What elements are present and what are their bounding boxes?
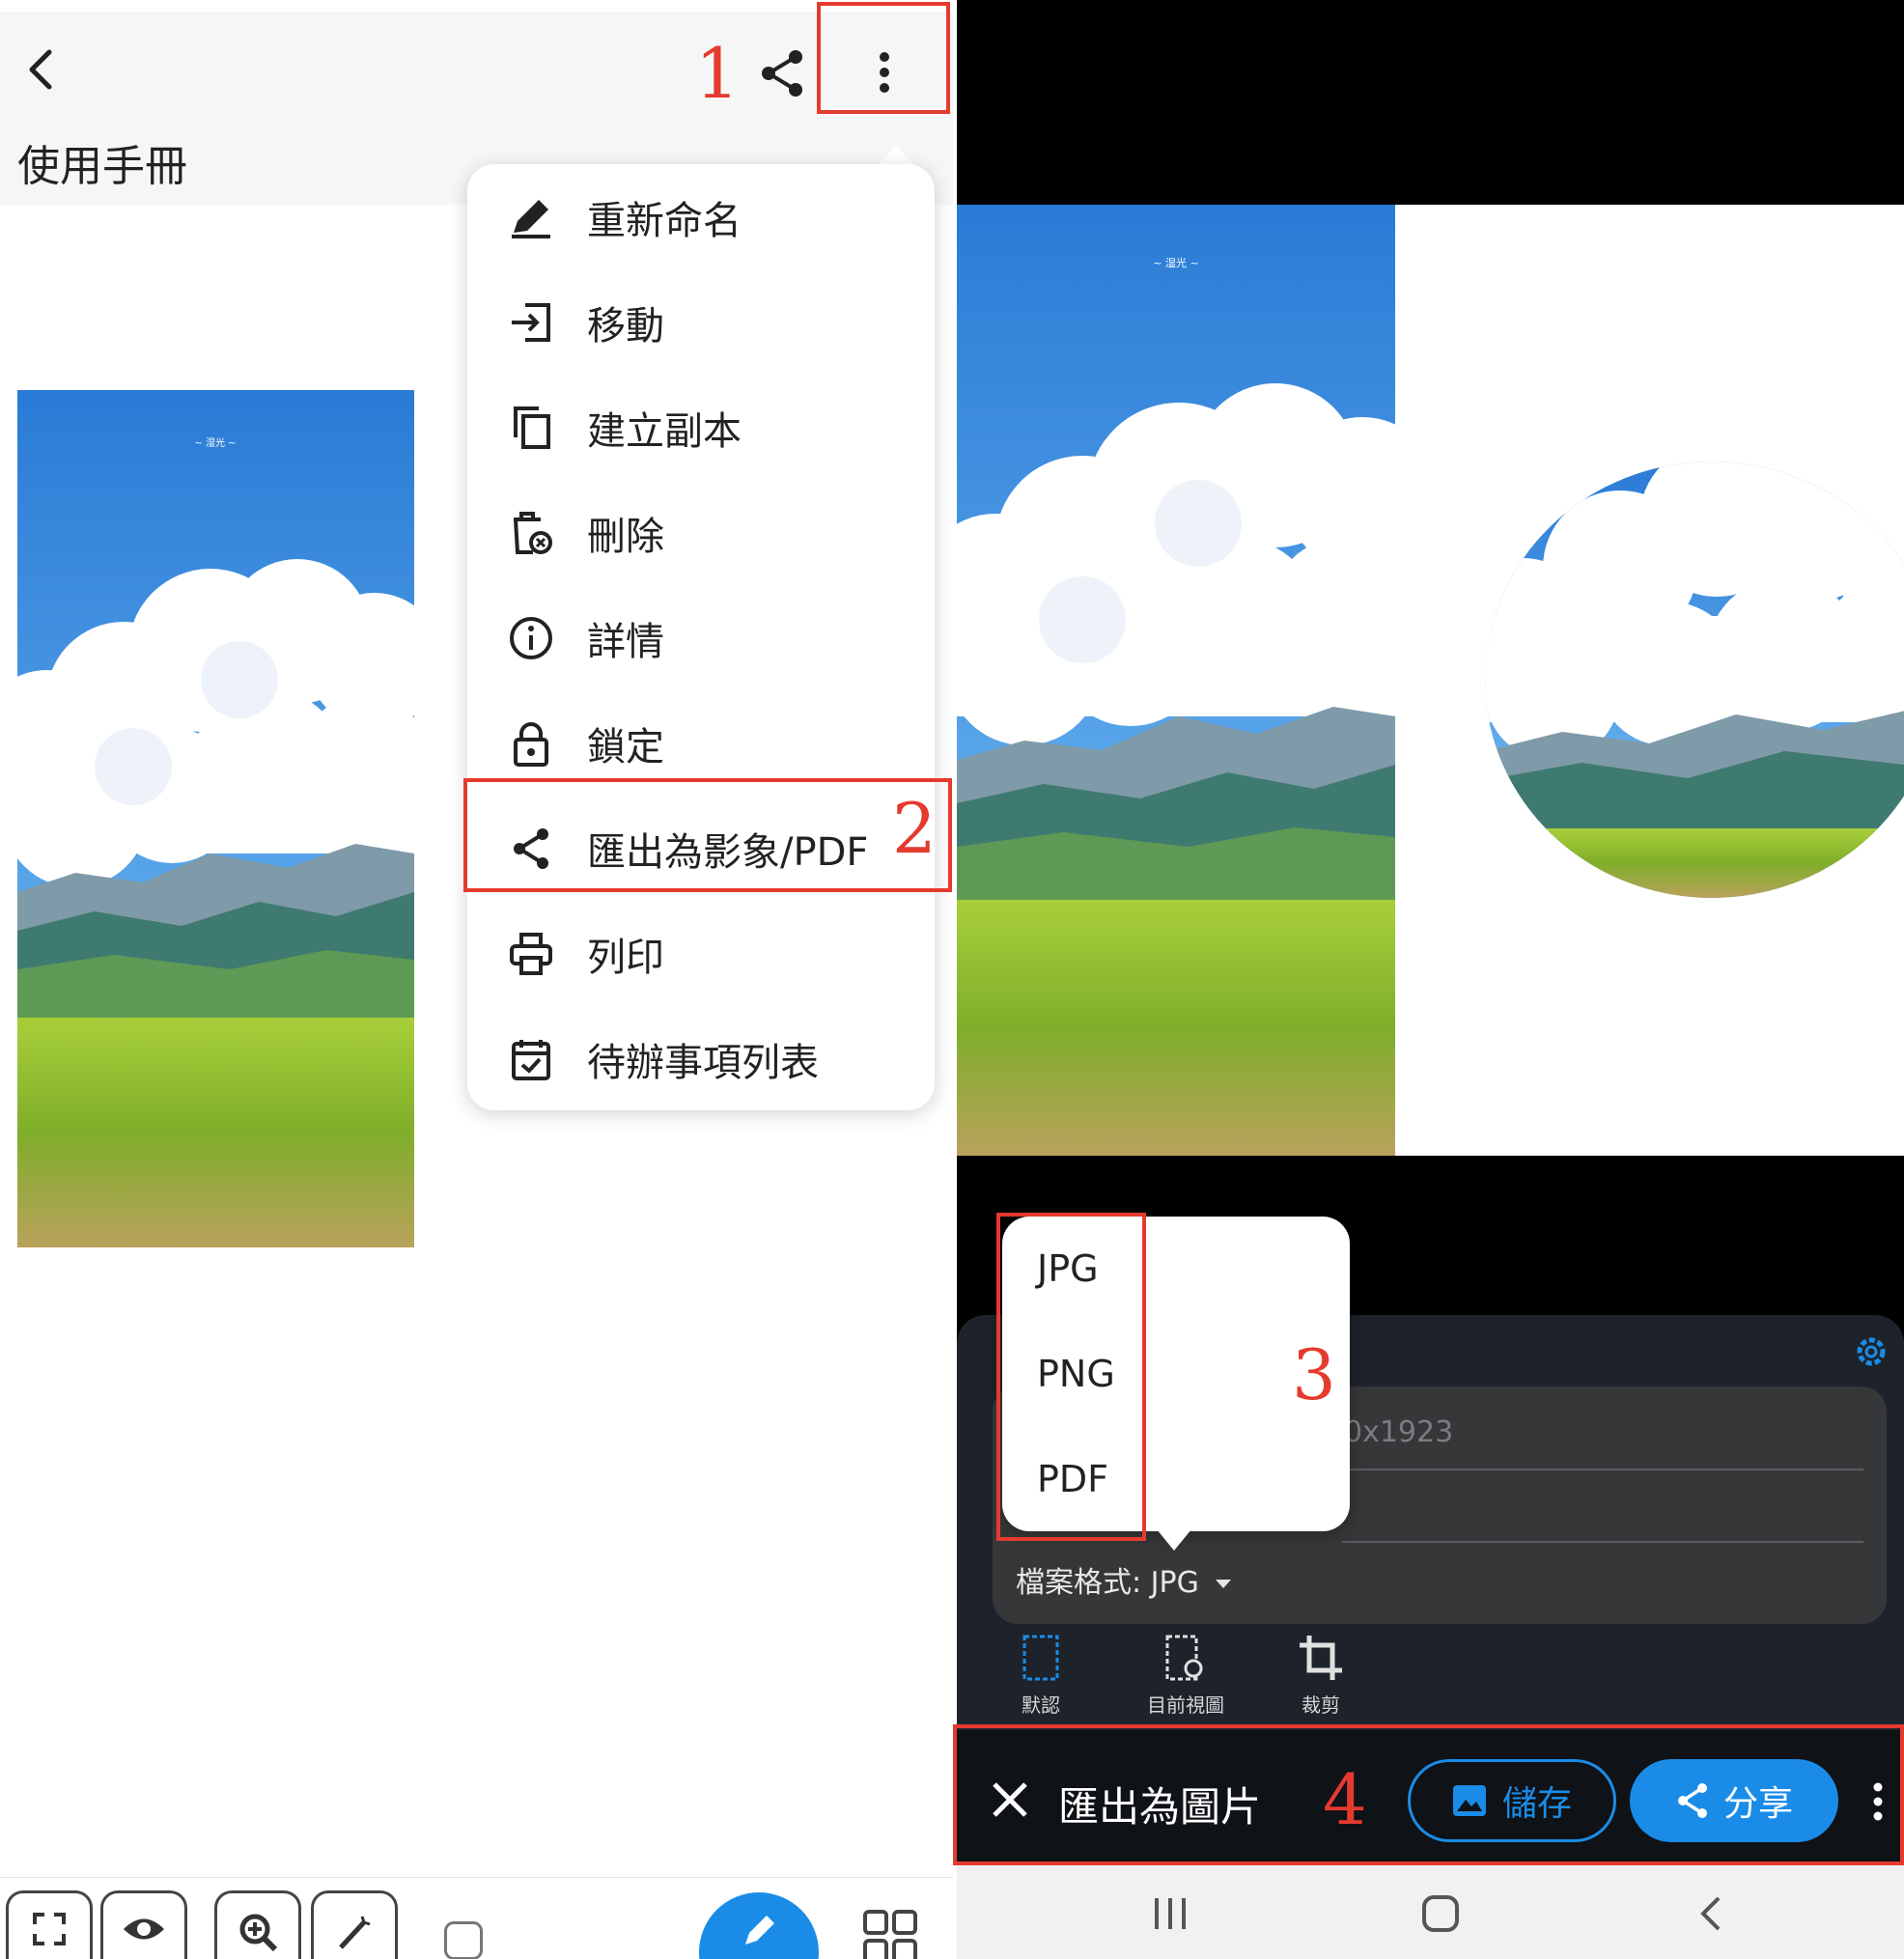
step-1-marker: 1 — [695, 33, 740, 114]
rename-pen-icon — [504, 190, 558, 244]
menu-item-label: 鎖定 — [587, 724, 664, 770]
highlight-box-2 — [463, 778, 952, 892]
chevron-left-icon — [1700, 1896, 1721, 1931]
menu-item-label: 建立副本 — [587, 408, 742, 454]
menu-item-label: 移動 — [587, 303, 664, 349]
chevron-left-icon — [29, 49, 52, 90]
shape-tool-icon[interactable] — [444, 1921, 483, 1959]
eye-icon — [124, 1918, 164, 1940]
info-icon — [504, 611, 558, 665]
image-caption: ~ 湿光 ~ — [194, 436, 236, 449]
recent-apps-button[interactable] — [1141, 1885, 1199, 1943]
view-mode-button[interactable] — [100, 1890, 187, 1959]
mode-current-view[interactable]: 目前視圖 — [1128, 1634, 1244, 1730]
menu-item-print[interactable]: 列印 — [467, 901, 935, 1006]
dropdown-arrow-icon — [1216, 1580, 1232, 1588]
menu-item-label: 重新命名 — [587, 198, 742, 243]
home-icon — [1422, 1895, 1459, 1932]
menu-item-copy[interactable]: 建立副本 — [467, 375, 935, 480]
highlight-box-1 — [817, 2, 950, 114]
system-back-button[interactable] — [1682, 1885, 1740, 1943]
delete-icon — [504, 506, 558, 560]
copy-icon — [504, 401, 558, 455]
menu-item-label: 待辦事項列表 — [587, 1040, 819, 1085]
back-button[interactable] — [14, 39, 68, 100]
home-button[interactable] — [1412, 1885, 1470, 1943]
document-image: ~ 湿光 ~ — [17, 390, 414, 1247]
crop-icon — [1300, 1636, 1342, 1680]
resolution-value: 0x1923 — [1344, 1415, 1454, 1449]
divider — [1342, 1469, 1863, 1470]
menu-item-rename[interactable]: 重新命名 — [467, 164, 935, 269]
menu-item-details[interactable]: 詳情 — [467, 585, 935, 690]
printer-icon — [504, 927, 558, 981]
menu-item-label: 列印 — [587, 935, 664, 980]
lock-icon — [504, 716, 558, 770]
menu-item-label: 刪除 — [587, 514, 664, 559]
highlight-box-3 — [996, 1213, 1146, 1541]
mode-label: 目前視圖 — [1147, 1693, 1224, 1717]
recent-apps-icon — [1155, 1898, 1186, 1929]
menu-item-move[interactable]: 移動 — [467, 269, 935, 375]
share-icon — [762, 50, 802, 97]
step-3-marker: 3 — [1292, 1334, 1336, 1415]
mode-label: 默認 — [1022, 1693, 1060, 1717]
file-format-label: 檔案格式: JPG — [1016, 1566, 1199, 1600]
highlight-box-4 — [953, 1724, 1904, 1865]
step-2-marker: 2 — [892, 788, 937, 869]
pencil-icon — [745, 1916, 774, 1945]
fullscreen-button[interactable] — [6, 1890, 93, 1959]
file-format-dropdown[interactable]: 檔案格式: JPG — [1016, 1558, 1232, 1601]
laser-pointer-icon — [339, 1916, 371, 1949]
divider — [1342, 1541, 1863, 1543]
menu-item-delete[interactable]: 刪除 — [467, 480, 935, 585]
share-button[interactable] — [753, 42, 811, 104]
default-frame-icon — [1022, 1635, 1059, 1681]
zoom-button[interactable] — [214, 1890, 301, 1959]
grid-view-icon[interactable] — [863, 1910, 917, 1959]
page-title: 使用手冊 — [17, 142, 187, 191]
current-view-icon — [1165, 1635, 1203, 1681]
fullscreen-icon — [33, 1913, 66, 1945]
mode-default[interactable]: 默認 — [983, 1634, 1099, 1730]
settings-gear-button[interactable] — [1852, 1332, 1890, 1371]
popup-caret — [1157, 1529, 1191, 1551]
laser-pointer-button[interactable] — [311, 1890, 398, 1959]
checklist-icon — [504, 1032, 558, 1086]
menu-caret — [877, 145, 915, 166]
menu-item-label: 詳情 — [587, 619, 664, 664]
mode-crop[interactable]: 裁剪 — [1263, 1634, 1379, 1730]
gear-icon — [1857, 1337, 1886, 1366]
menu-item-todo[interactable]: 待辦事項列表 — [467, 1006, 935, 1111]
zoom-in-icon — [239, 1914, 277, 1951]
move-arrow-icon — [504, 295, 558, 350]
export-preview-image: ~ 湿光 ~ — [957, 205, 1395, 1156]
image-caption: ~ 湿光 ~ — [1153, 256, 1198, 269]
mode-label: 裁剪 — [1302, 1693, 1340, 1717]
